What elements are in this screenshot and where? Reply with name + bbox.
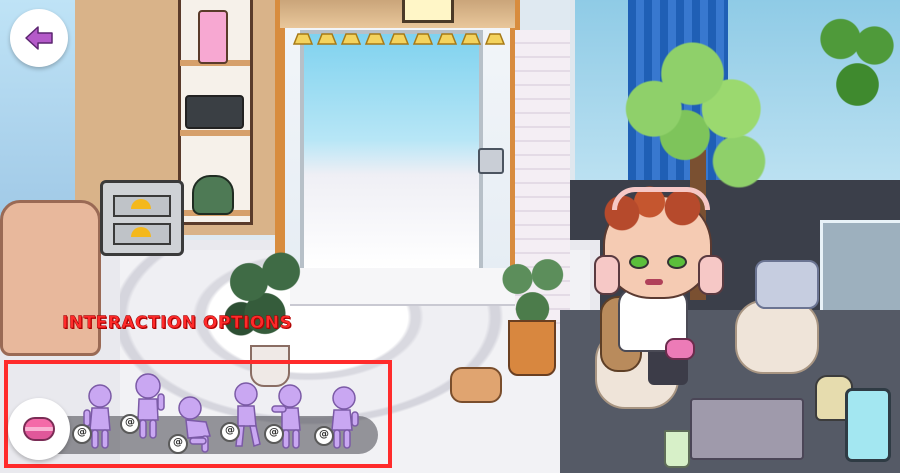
phone[interactable] bbox=[845, 388, 891, 462]
pose-tag: @ bbox=[220, 422, 240, 442]
back-button[interactable] bbox=[10, 9, 68, 67]
elevator-button[interactable] bbox=[478, 148, 504, 174]
pose-tag: @ bbox=[264, 424, 284, 444]
macaron-icon bbox=[23, 417, 55, 441]
blender[interactable] bbox=[198, 10, 228, 64]
drawer-cabinet[interactable] bbox=[100, 180, 184, 256]
watering-can[interactable] bbox=[450, 367, 502, 403]
pose-option[interactable]: @ bbox=[264, 382, 314, 450]
shelf-board bbox=[180, 130, 250, 136]
elevator-sign bbox=[402, 0, 454, 23]
pose-option[interactable]: @ bbox=[314, 384, 364, 452]
left-arrow-icon bbox=[25, 26, 53, 50]
diffuser[interactable] bbox=[192, 175, 234, 215]
plant-pot bbox=[508, 320, 556, 376]
headphones-band bbox=[612, 187, 710, 210]
cushion[interactable] bbox=[755, 260, 819, 309]
game-scene: INTERACTION OPTIONS @ @ @ @ @ @ bbox=[0, 0, 900, 473]
tree[interactable] bbox=[615, 30, 770, 205]
headphone-cup bbox=[594, 255, 620, 295]
pose-option[interactable]: @ bbox=[120, 372, 170, 440]
headphone-cup bbox=[698, 255, 724, 295]
potted-plant[interactable] bbox=[495, 245, 570, 330]
pose-option[interactable]: @ bbox=[220, 380, 270, 448]
pouf-seat[interactable] bbox=[735, 300, 819, 374]
storage-box[interactable] bbox=[690, 398, 804, 460]
interaction-options-label: INTERACTION OPTIONS bbox=[62, 313, 293, 333]
ceiling-lights bbox=[292, 33, 505, 45]
macaron-held[interactable] bbox=[665, 338, 695, 360]
pose-tag: @ bbox=[72, 424, 92, 444]
step bbox=[290, 268, 520, 288]
door-header bbox=[280, 0, 515, 28]
elevator-interior[interactable] bbox=[300, 30, 483, 273]
pose-tag: @ bbox=[168, 434, 188, 454]
drink-glass[interactable] bbox=[664, 430, 690, 468]
pose-tag: @ bbox=[314, 426, 334, 446]
kitchen-appliance[interactable] bbox=[185, 95, 244, 129]
pose-tag: @ bbox=[120, 414, 140, 434]
hanging-plant[interactable] bbox=[815, 0, 900, 130]
pose-option[interactable]: @ bbox=[72, 382, 122, 450]
item-button[interactable] bbox=[8, 398, 70, 460]
step bbox=[290, 286, 520, 306]
pose-option[interactable]: @ bbox=[168, 392, 218, 460]
